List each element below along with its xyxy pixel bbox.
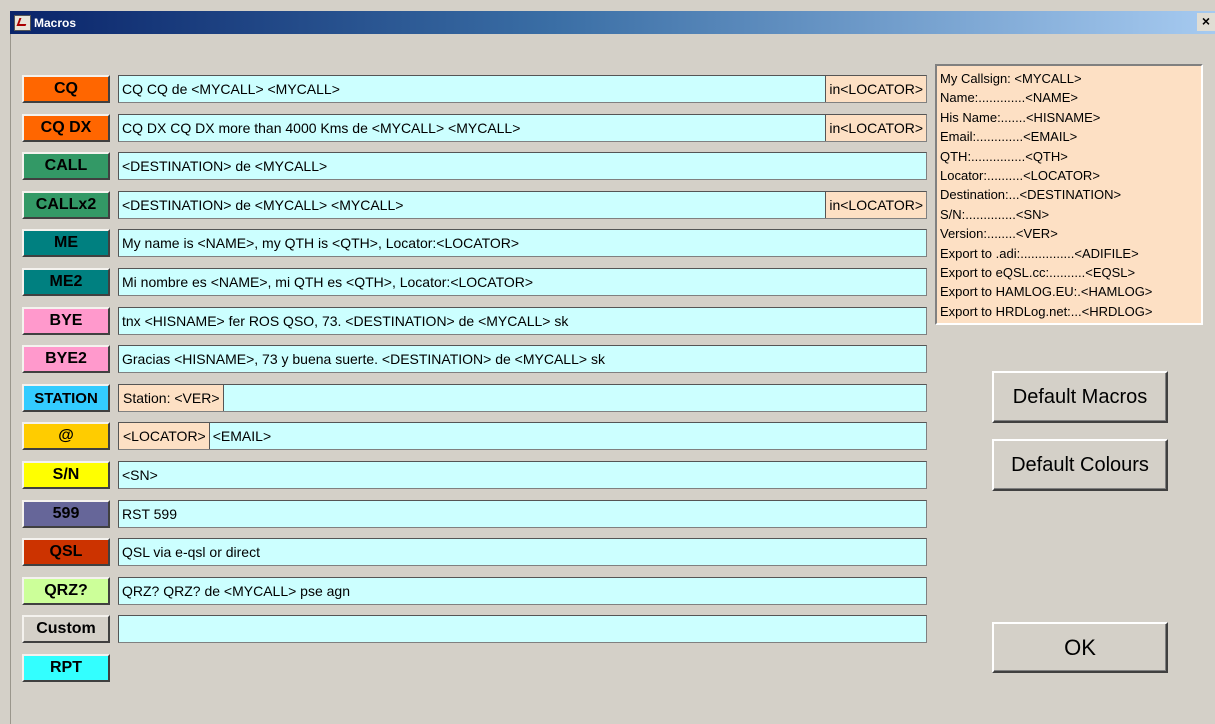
legend-line: His Name:.......<HISNAME> <box>940 109 1101 125</box>
macro-text-field[interactable]: CQ DX CQ DX more than 4000 Kms de <MYCAL… <box>118 114 927 142</box>
app-icon <box>14 14 31 31</box>
macro-locator-suffix[interactable]: in<LOCATOR> <box>825 115 926 141</box>
macro-text[interactable]: RST 599 <box>122 506 926 522</box>
default-macros-button[interactable]: Default Macros <box>992 371 1168 423</box>
macro-prefix-field[interactable]: Station: <VER> <box>119 385 224 411</box>
macro-text[interactable]: QSL via e-qsl or direct <box>122 544 926 560</box>
default-colours-button[interactable]: Default Colours <box>992 439 1168 491</box>
macro-button[interactable]: ME2 <box>22 268 110 296</box>
macro-text-field[interactable]: RST 599 <box>118 500 927 528</box>
legend-line: S/N:..............<SN> <box>940 206 1050 222</box>
macro-text-field[interactable]: Station: <VER> <box>118 384 927 412</box>
macro-button[interactable]: ME <box>22 229 110 257</box>
macro-text-field[interactable] <box>118 615 927 643</box>
legend-line: Export to eQSL.cc:..........<EQSL> <box>940 265 1136 281</box>
macro-text[interactable]: Mi nombre es <NAME>, mi QTH es <QTH>, Lo… <box>122 274 926 290</box>
macro-button[interactable]: Custom <box>22 615 110 643</box>
macro-text[interactable]: CQ CQ de <MYCALL> <MYCALL> <box>122 81 825 97</box>
macro-text[interactable]: QRZ? QRZ? de <MYCALL> pse agn <box>122 583 926 599</box>
legend-line: Export to .adi:...............<ADIFILE> <box>940 245 1139 261</box>
macro-text[interactable]: Gracias <HISNAME>, 73 y buena suerte. <D… <box>122 351 926 367</box>
macro-text-field[interactable]: Mi nombre es <NAME>, mi QTH es <QTH>, Lo… <box>118 268 927 296</box>
macro-locator-suffix[interactable]: in<LOCATOR> <box>825 192 926 218</box>
window-title: Macros <box>34 15 77 30</box>
legend-line: Export to HAMLOG.EU:.<HAMLOG> <box>940 284 1153 300</box>
title-bar: Macros × <box>10 11 1215 34</box>
macro-button[interactable]: QRZ? <box>22 577 110 605</box>
macro-button[interactable]: BYE2 <box>22 345 110 373</box>
legend-line: My Callsign: <MYCALL> <box>940 71 1082 86</box>
legend-line: Locator:..........<LOCATOR> <box>940 168 1100 184</box>
macro-text-field[interactable]: CQ CQ de <MYCALL> <MYCALL> in<LOCATOR> <box>118 75 927 103</box>
macro-button[interactable]: CALLx2 <box>22 191 110 219</box>
macro-text-field[interactable]: <DESTINATION> de <MYCALL> <box>118 152 927 180</box>
legend-line: QTH:...............<QTH> <box>940 148 1068 164</box>
macro-locator-suffix[interactable]: in<LOCATOR> <box>825 76 926 102</box>
legend-line: Export to HRDLog.net:...<HRDLOG> <box>940 303 1153 319</box>
ok-button[interactable]: OK <box>992 622 1168 673</box>
macro-button[interactable]: 599 <box>22 500 110 528</box>
legend-line: Name:.............<NAME> <box>940 90 1078 106</box>
macro-button[interactable]: STATION <box>22 384 110 412</box>
macro-button[interactable]: CALL <box>22 152 110 180</box>
macro-button[interactable]: BYE <box>22 307 110 335</box>
macro-text[interactable]: CQ DX CQ DX more than 4000 Kms de <MYCAL… <box>122 120 825 136</box>
close-button[interactable]: × <box>1197 13 1215 31</box>
macro-prefix-field[interactable]: <LOCATOR> <box>119 423 210 449</box>
macro-text[interactable]: My name is <NAME>, my QTH is <QTH>, Loca… <box>122 235 926 251</box>
macro-button[interactable]: CQ DX <box>22 114 110 142</box>
macro-text-field[interactable]: <DESTINATION> de <MYCALL> <MYCALL> in<LOC… <box>118 191 927 219</box>
macro-text-field[interactable]: <SN> <box>118 461 927 489</box>
macro-text-field[interactable]: QRZ? QRZ? de <MYCALL> pse agn <box>118 577 927 605</box>
legend-line: Email:.............<EMAIL> <box>940 129 1078 145</box>
macro-text[interactable]: tnx <HISNAME> fer ROS QSO, 73. <DESTINAT… <box>122 313 926 329</box>
legend-line: Version:........<VER> <box>940 226 1058 242</box>
window-border <box>10 34 11 724</box>
macro-text-field[interactable]: QSL via e-qsl or direct <box>118 538 927 566</box>
macro-button[interactable]: CQ <box>22 75 110 103</box>
macro-text-field[interactable]: tnx <HISNAME> fer ROS QSO, 73. <DESTINAT… <box>118 307 927 335</box>
legend-line: Destination:...<DESTINATION> <box>940 187 1122 203</box>
macro-button[interactable]: QSL <box>22 538 110 566</box>
macro-text[interactable]: <DESTINATION> de <MYCALL> <MYCALL> <box>122 197 825 213</box>
macro-button[interactable]: S/N <box>22 461 110 489</box>
macro-text-field[interactable]: Gracias <HISNAME>, 73 y buena suerte. <D… <box>118 345 927 373</box>
macro-text[interactable]: <SN> <box>122 467 926 483</box>
macro-text-field[interactable]: <LOCATOR> <EMAIL> <box>118 422 927 450</box>
variables-legend: My Callsign: <MYCALL> Name:.............… <box>935 64 1203 325</box>
macro-button[interactable]: @ <box>22 422 110 450</box>
macro-text-field[interactable]: My name is <NAME>, my QTH is <QTH>, Loca… <box>118 229 927 257</box>
macro-text[interactable]: <DESTINATION> de <MYCALL> <box>122 158 926 174</box>
macro-text[interactable]: <EMAIL> <box>210 428 926 444</box>
macro-button[interactable]: RPT <box>22 654 110 682</box>
